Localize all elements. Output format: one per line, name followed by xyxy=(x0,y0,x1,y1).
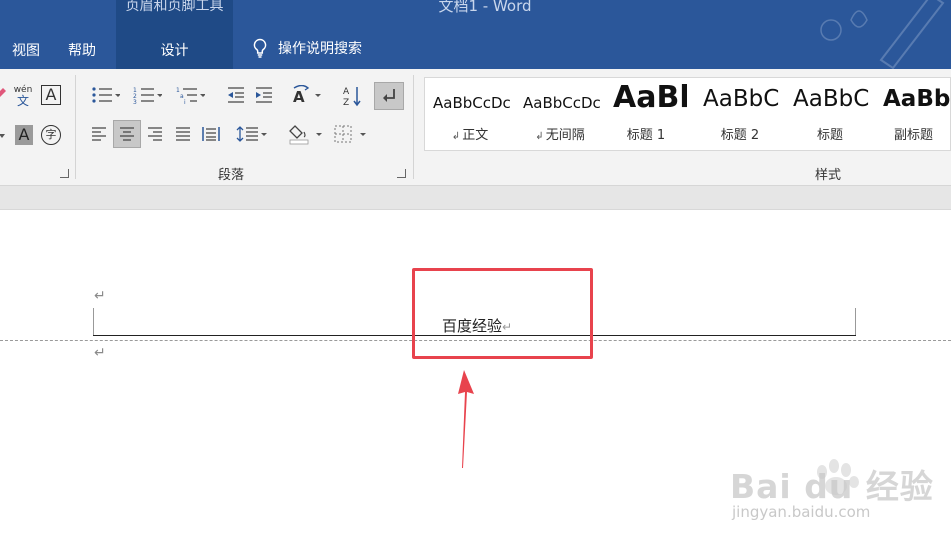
tab-design[interactable]: 设计 xyxy=(116,40,233,60)
lightbulb-icon xyxy=(253,38,267,58)
tab-help[interactable]: 帮助 xyxy=(68,40,96,60)
header-corner-left xyxy=(93,308,94,336)
style-name-text: 正文 xyxy=(462,128,489,143)
svg-text:3: 3 xyxy=(133,99,137,105)
borders-icon xyxy=(334,125,366,143)
tab-view[interactable]: 视图 xyxy=(12,40,40,60)
decrease-indent-button[interactable] xyxy=(223,83,249,107)
style-name: 副标题 xyxy=(893,128,933,143)
style-name: 标题 xyxy=(816,128,843,143)
line-spacing-button[interactable] xyxy=(233,121,271,147)
style-heading-2[interactable]: AaBbC 标题 2 xyxy=(695,78,785,150)
multilevel-list-button[interactable]: 1ai xyxy=(171,83,209,107)
style-title[interactable]: AaBbC 标题 xyxy=(785,78,875,150)
paint-bucket-icon xyxy=(289,125,322,145)
chinese-layout-icon: A xyxy=(293,85,321,105)
context-group-title: 页眉和页脚工具 xyxy=(125,0,224,14)
style-name-text: 无间隔 xyxy=(545,128,585,143)
paragraph-mark-icon: ↵ xyxy=(94,345,106,361)
character-shading-glyph: A xyxy=(15,125,33,145)
increase-indent-button[interactable] xyxy=(251,83,277,107)
paragraph-mark-icon: ↵ xyxy=(94,288,106,304)
character-border-glyph: A xyxy=(41,85,61,105)
style-preview: AaBbC xyxy=(883,86,951,112)
chevron-down-icon xyxy=(0,134,5,138)
tell-me-search[interactable]: 操作说明搜索 xyxy=(252,38,362,58)
styles-group-label: 样式 xyxy=(815,168,842,183)
style-normal[interactable]: AaBbCcDc ↲ 正文 xyxy=(425,78,515,150)
styles-gallery: AaBbCcDc ↲ 正文 AaBbCcDc ↲ 无间隔 AaBl 标题 1 AaB… xyxy=(424,77,951,151)
distributed-icon xyxy=(202,127,220,141)
enclose-characters-button[interactable]: 字 xyxy=(39,123,63,147)
numbering-button[interactable]: 123 xyxy=(128,83,166,107)
style-preview: AaBbC xyxy=(703,86,780,112)
shading-button[interactable] xyxy=(286,121,326,147)
numbering-icon: 123 xyxy=(133,87,162,105)
document-title: 文档1 - Word xyxy=(438,0,532,15)
watermark-url: jingyan.baidu.com xyxy=(732,503,871,521)
character-shading-button[interactable]: A xyxy=(12,123,36,147)
borders-button[interactable] xyxy=(330,121,370,147)
style-subtitle[interactable]: AaBbC 副标题 xyxy=(875,78,951,150)
style-preview: AaBbCcDc xyxy=(523,94,601,112)
group-separator xyxy=(413,75,414,179)
svg-text:A: A xyxy=(293,88,305,105)
highlight-color-icon[interactable] xyxy=(0,87,8,101)
sort-button[interactable]: AZ xyxy=(340,83,366,109)
tell-me-label: 操作说明搜索 xyxy=(278,41,362,57)
style-name: ↲ 正文 xyxy=(425,124,515,143)
svg-text:i: i xyxy=(184,99,186,105)
svg-text:A: A xyxy=(343,87,350,97)
pointer-arrow-icon xyxy=(458,370,474,468)
multilevel-list-icon: 1ai xyxy=(176,87,205,105)
align-left-icon xyxy=(92,127,106,141)
style-preview: AaBbCcDc xyxy=(433,94,511,112)
paragraph-mark-icon: ↲ xyxy=(451,131,461,142)
style-name: ↲ 无间隔 xyxy=(515,124,605,143)
show-hide-marks-button[interactable] xyxy=(374,82,404,110)
title-bar: 页眉和页脚工具 文档1 - Word 视图 帮助 设计 操作说明搜索 xyxy=(0,0,951,69)
ribbon: wén 文 A A 字 123 1ai A A Z 段落 AaBbCcDc ↲ … xyxy=(0,69,951,186)
ruler-strip xyxy=(0,186,951,210)
phonetic-guide-bottom: 文 xyxy=(16,94,29,108)
sort-icon: AZ xyxy=(343,87,361,107)
pen-decoration-icon xyxy=(820,0,945,69)
align-center-icon xyxy=(120,127,134,141)
phonetic-guide-button[interactable]: wén 文 xyxy=(12,83,34,109)
align-left-button[interactable] xyxy=(86,121,112,147)
watermark-brand: Bai du 经验 xyxy=(730,467,934,506)
header-corner-right xyxy=(855,308,856,336)
line-spacing-icon xyxy=(236,126,267,142)
justify-button[interactable] xyxy=(170,121,196,147)
svg-text:Z: Z xyxy=(343,98,349,107)
paragraph-dialog-launcher[interactable] xyxy=(397,169,406,178)
style-name: 标题 1 xyxy=(626,128,666,143)
decrease-indent-icon xyxy=(228,87,244,103)
text-effects-dropdown[interactable] xyxy=(0,127,6,141)
distributed-button[interactable] xyxy=(198,121,224,147)
paragraph-mark-icon xyxy=(383,89,395,102)
justify-icon xyxy=(176,127,190,141)
group-separator xyxy=(75,75,76,179)
align-right-button[interactable] xyxy=(142,121,168,147)
bullets-icon xyxy=(92,87,120,103)
align-right-icon xyxy=(148,127,162,141)
font-dialog-launcher[interactable] xyxy=(60,169,69,178)
enclose-characters-glyph: 字 xyxy=(41,125,61,145)
style-no-spacing[interactable]: AaBbCcDc ↲ 无间隔 xyxy=(515,78,605,150)
chinese-layout-button[interactable]: A xyxy=(289,83,325,107)
increase-indent-icon xyxy=(256,87,272,103)
bullets-button[interactable] xyxy=(86,83,124,107)
style-heading-1[interactable]: AaBl 标题 1 xyxy=(605,78,687,150)
character-border-button[interactable]: A xyxy=(39,83,63,107)
style-name: 标题 2 xyxy=(720,128,760,143)
paragraph-mark-icon: ↲ xyxy=(535,131,544,142)
align-center-button[interactable] xyxy=(113,120,141,148)
style-preview: AaBl xyxy=(613,80,687,115)
style-preview: AaBbC xyxy=(793,86,870,112)
highlight-box xyxy=(412,268,593,359)
paragraph-group-label: 段落 xyxy=(218,168,245,183)
